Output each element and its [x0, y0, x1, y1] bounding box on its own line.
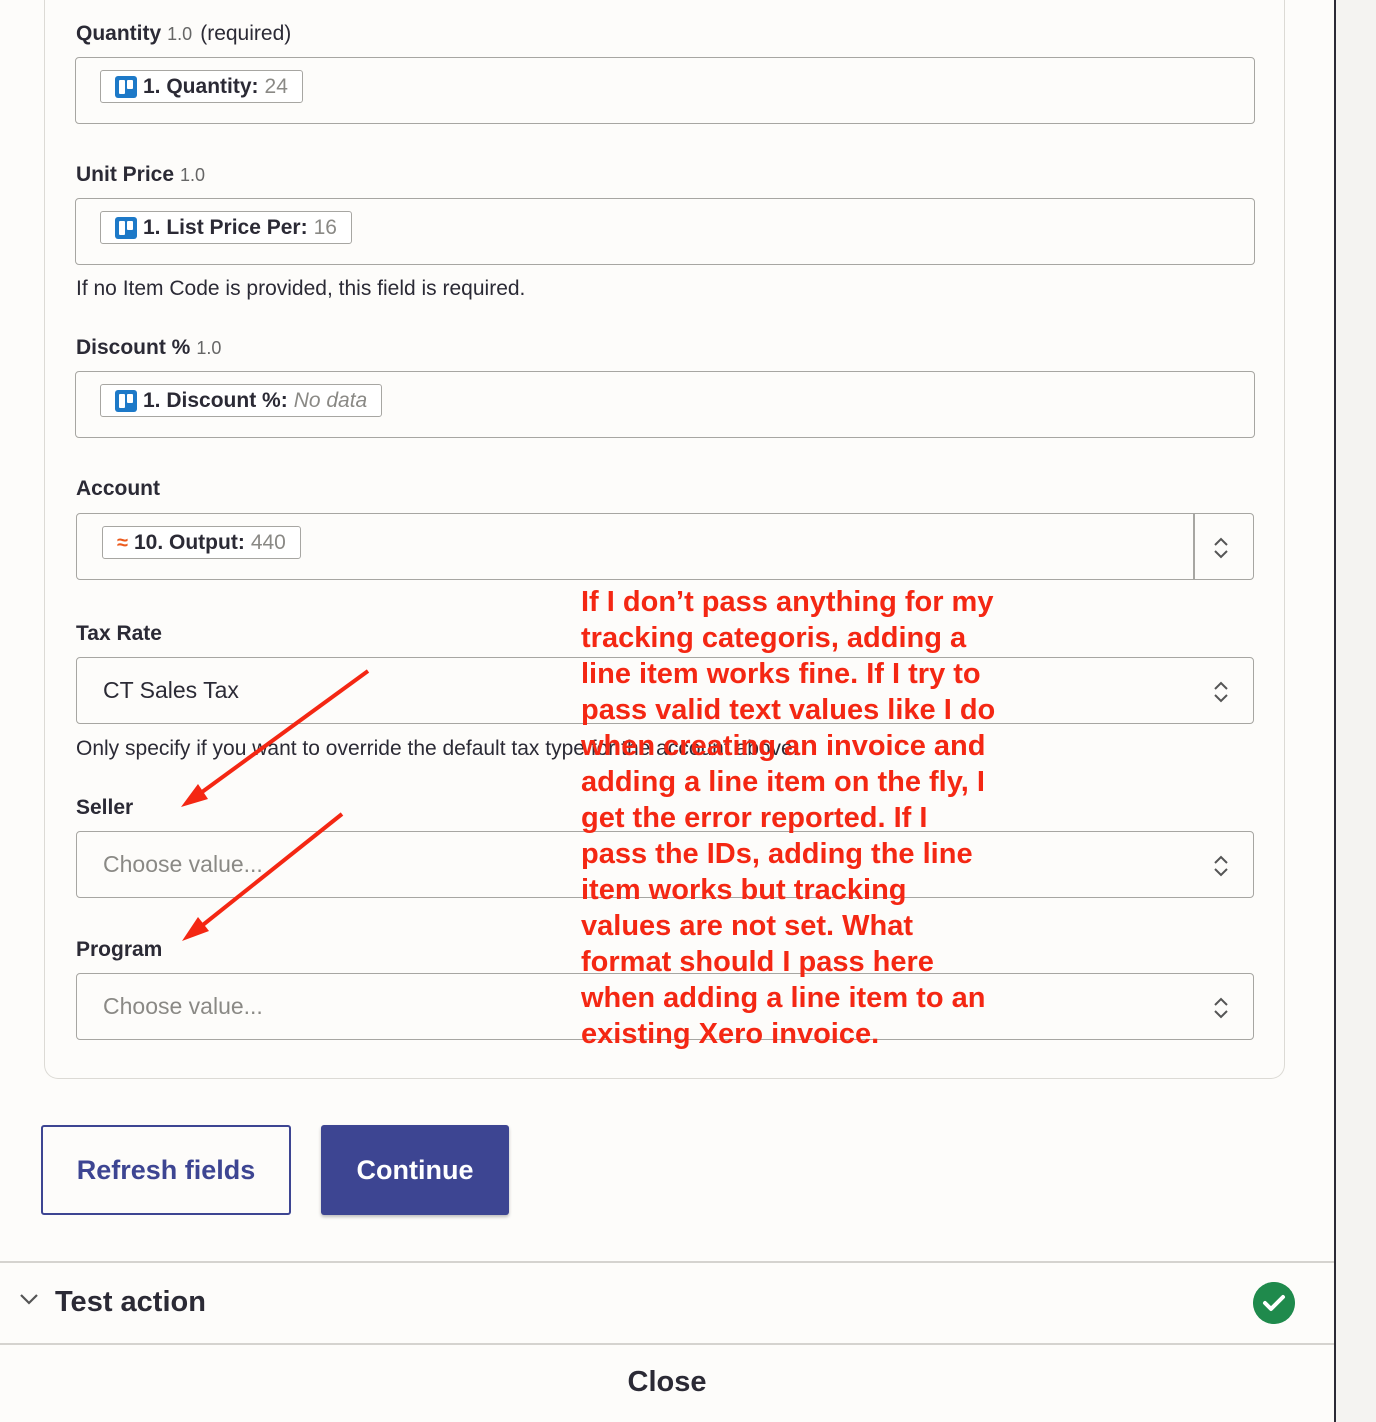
- unit-price-help: If no Item Code is provided, this field …: [76, 277, 526, 300]
- chevron-updown-icon[interactable]: [1211, 534, 1231, 562]
- discount-pill-name: 1. Discount %:: [143, 388, 288, 412]
- account-divider: [1193, 514, 1195, 579]
- discount-field[interactable]: 1. Discount %: No data: [75, 371, 1255, 438]
- quantity-pill-value: 24: [264, 74, 288, 98]
- trello-icon: [115, 216, 137, 239]
- unit-price-label: Unit Price 1.0: [76, 163, 205, 187]
- chevron-updown-icon[interactable]: [1211, 994, 1231, 1022]
- quantity-field[interactable]: 1. Quantity: 24: [75, 57, 1255, 124]
- quantity-pill-name: 1. Quantity:: [143, 74, 259, 98]
- unit-price-pill[interactable]: 1. List Price Per: 16: [100, 211, 352, 244]
- quantity-label: Quantity 1.0 (required): [76, 22, 291, 46]
- account-pill-name: 10. Output:: [133, 530, 245, 554]
- test-action-label: Test action: [55, 1286, 206, 1318]
- chevron-updown-icon[interactable]: [1211, 678, 1231, 706]
- quantity-version: 1.0: [167, 24, 193, 44]
- quantity-required: (required): [200, 22, 292, 45]
- account-label: Account: [76, 477, 160, 501]
- discount-label: Discount % 1.0: [76, 336, 221, 360]
- account-pill-value: 440: [250, 530, 286, 554]
- account-select[interactable]: ≈ 10. Output: 440: [76, 513, 1254, 580]
- trello-icon: [115, 389, 137, 412]
- discount-pill-value: No data: [293, 388, 368, 412]
- discount-label-text: Discount %: [76, 336, 191, 359]
- account-pill[interactable]: ≈ 10. Output: 440: [102, 526, 301, 559]
- tax-rate-label: Tax Rate: [76, 622, 162, 646]
- quantity-label-text: Quantity: [76, 22, 162, 45]
- account-label-text: Account: [76, 477, 160, 500]
- program-label: Program: [76, 938, 162, 962]
- divider: [0, 1343, 1334, 1345]
- chevron-down-icon[interactable]: [18, 1288, 40, 1310]
- quantity-pill[interactable]: 1. Quantity: 24: [100, 70, 303, 103]
- test-action-row[interactable]: Test action: [0, 1262, 1334, 1344]
- seller-placeholder: Choose value...: [103, 851, 263, 877]
- discount-pill[interactable]: 1. Discount %: No data: [100, 384, 383, 417]
- tax-rate-label-text: Tax Rate: [76, 622, 162, 645]
- unit-price-version: 1.0: [180, 165, 206, 185]
- seller-label-text: Seller: [76, 796, 134, 819]
- success-check-icon: [1253, 1282, 1295, 1324]
- close-button[interactable]: Close: [0, 1366, 1334, 1399]
- panel-right-edge: [1334, 0, 1376, 1422]
- unit-price-pill-name: 1. List Price Per:: [143, 215, 308, 239]
- formatter-icon: ≈: [117, 531, 128, 554]
- trello-icon: [115, 75, 137, 98]
- chevron-updown-icon[interactable]: [1211, 852, 1231, 880]
- refresh-fields-button[interactable]: Refresh fields: [41, 1125, 291, 1215]
- discount-version: 1.0: [196, 338, 222, 358]
- program-label-text: Program: [76, 938, 163, 961]
- unit-price-label-text: Unit Price: [76, 163, 175, 186]
- annotation-note: If I don’t pass anything for my tracking…: [581, 586, 996, 1050]
- unit-price-field[interactable]: 1. List Price Per: 16: [75, 198, 1255, 265]
- continue-button[interactable]: Continue: [321, 1125, 509, 1215]
- tax-rate-value: CT Sales Tax: [103, 677, 239, 703]
- unit-price-pill-value: 16: [313, 215, 337, 239]
- program-placeholder: Choose value...: [103, 993, 263, 1019]
- seller-label: Seller: [76, 796, 133, 820]
